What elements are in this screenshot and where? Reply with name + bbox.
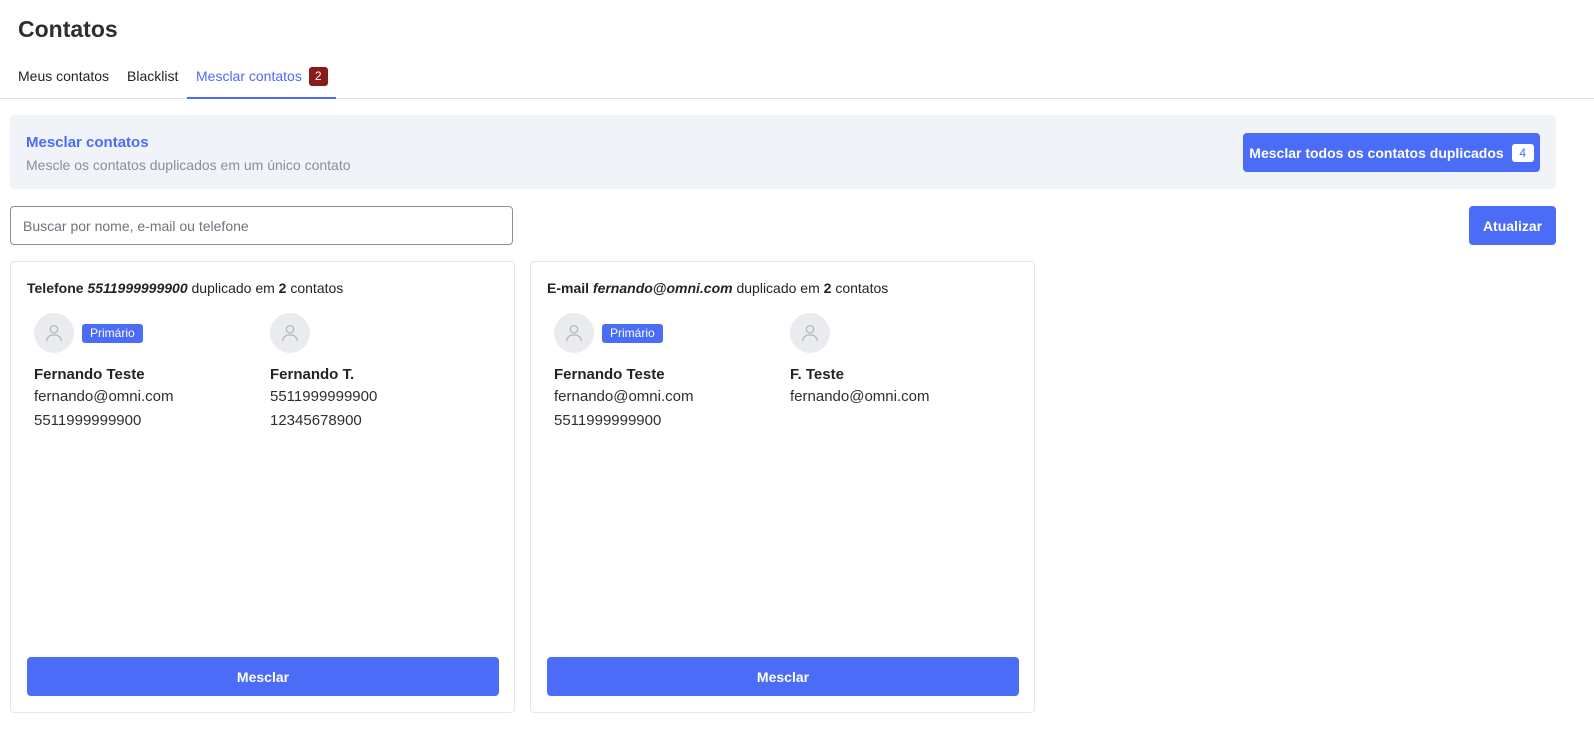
duplicate-group-card: Telefone 5511999999900 duplicado em 2 co… (10, 261, 515, 713)
user-icon (270, 313, 310, 353)
duplicate-value: fernando@omni.com (592, 280, 733, 296)
primary-badge: Primário (602, 323, 663, 343)
tab-blacklist[interactable]: Blacklist (127, 56, 178, 99)
merge-button[interactable]: Mesclar (547, 657, 1019, 696)
merge-all-duplicates-button[interactable]: Mesclar todos os contatos duplicados 4 (1243, 133, 1540, 172)
duplicate-count: 2 (278, 280, 287, 296)
page-title: Contatos (18, 16, 118, 42)
contact-phone: 5511999999900 (554, 412, 662, 429)
duplicate-field-label: Telefone (27, 280, 84, 296)
tab-label: Blacklist (127, 68, 179, 84)
contact-phone: 5511999999900 (34, 412, 142, 429)
tab-label: Mesclar contatos (196, 68, 302, 84)
duplicate-suffix-text: contatos (835, 280, 889, 296)
merge-all-label: Mesclar todos os contatos duplicados (1249, 144, 1504, 161)
duplicate-group-header: E-mail fernando@omni.com duplicado em 2 … (547, 280, 888, 296)
tab-mesclar-contatos[interactable]: Mesclar contatos 2 (187, 56, 336, 99)
primary-badge: Primário (82, 323, 143, 343)
banner-subtitle: Mescle os contatos duplicados em um únic… (26, 157, 351, 173)
duplicates-count-badge: 4 (1511, 143, 1534, 162)
duplicate-suffix-text: contatos (290, 280, 344, 296)
duplicate-count: 2 (823, 280, 832, 296)
duplicate-group-card: E-mail fernando@omni.com duplicado em 2 … (530, 261, 1035, 713)
tab-count-badge: 2 (308, 67, 328, 86)
duplicate-value: 5511999999900 (87, 280, 188, 296)
tab-bar: Meus contatos Blacklist Mesclar contatos… (0, 56, 1594, 99)
contact-email: fernando@omni.com (554, 388, 694, 405)
merge-banner: Mesclar contatos Mescle os contatos dupl… (10, 115, 1556, 189)
contact-item[interactable]: Fernando T. 5511999999900 12345678900 (270, 313, 490, 433)
contact-phone: 12345678900 (270, 412, 362, 429)
user-icon (554, 313, 594, 353)
merge-button[interactable]: Mesclar (27, 657, 499, 696)
banner-title: Mesclar contatos (26, 134, 149, 151)
user-icon (790, 313, 830, 353)
contact-item[interactable]: Primário Fernando Teste fernando@omni.co… (554, 313, 774, 433)
duplicate-group-header: Telefone 5511999999900 duplicado em 2 co… (27, 280, 343, 296)
search-input[interactable] (10, 206, 513, 245)
contact-name: Fernando Teste (34, 366, 145, 383)
duplicate-middle-text: duplicado em (191, 280, 275, 296)
contact-name: Fernando T. (270, 366, 355, 383)
duplicate-field-label: E-mail (547, 280, 590, 296)
duplicate-middle-text: duplicado em (736, 280, 820, 296)
contact-email: fernando@omni.com (790, 388, 930, 405)
contact-email: fernando@omni.com (34, 388, 174, 405)
tab-label: Meus contatos (18, 68, 110, 84)
refresh-button[interactable]: Atualizar (1469, 206, 1556, 245)
contact-name: F. Teste (790, 366, 844, 383)
contact-item[interactable]: Primário Fernando Teste fernando@omni.co… (34, 313, 254, 433)
tab-meus-contatos[interactable]: Meus contatos (18, 56, 109, 99)
contact-phone: 5511999999900 (270, 388, 378, 405)
contact-name: Fernando Teste (554, 366, 665, 383)
user-icon (34, 313, 74, 353)
contact-item[interactable]: F. Teste fernando@omni.com (790, 313, 1010, 409)
